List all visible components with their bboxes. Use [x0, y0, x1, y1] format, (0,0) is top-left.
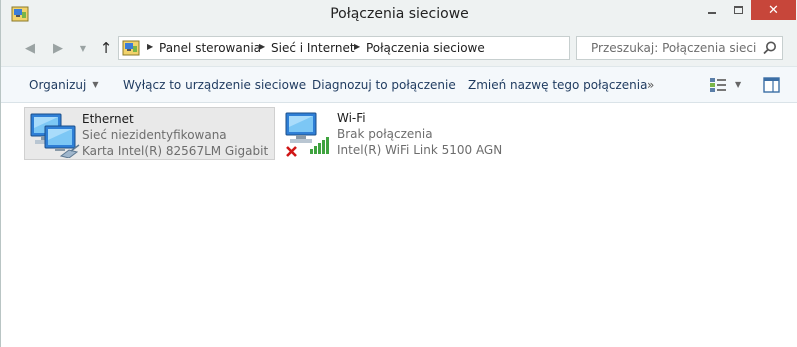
back-arrow-icon: ◀ — [25, 40, 35, 56]
maximize-button[interactable] — [725, 0, 751, 20]
ethernet-details: Ethernet Sieć niezidentyfikowana Karta I… — [82, 111, 270, 159]
disable-device-button[interactable]: Wyłącz to urządzenie sieciowe — [123, 78, 306, 92]
connection-name: Wi-Fi — [337, 111, 366, 125]
connection-status: Sieć niezidentyfikowana — [82, 128, 227, 142]
ethernet-network-icon — [30, 113, 80, 158]
view-options-icon[interactable] — [709, 77, 727, 93]
search-placeholder: Przeszukaj: Połączenia sieciowe — [591, 41, 756, 55]
maximize-icon — [733, 6, 743, 14]
up-arrow-icon: ↑ — [99, 39, 113, 57]
recent-locations-button[interactable]: ▼ — [74, 39, 92, 57]
chevron-down-icon[interactable]: ▼ — [735, 80, 741, 89]
more-commands-button[interactable]: » — [647, 78, 654, 92]
chevron-down-icon: ▼ — [79, 43, 87, 53]
wifi-details: Wi-Fi Brak połączenia Intel(R) WiFi Link… — [337, 110, 502, 158]
address-bar[interactable]: ▶ Panel sterowania ▶ Sieć i Internet ▶ P… — [118, 36, 680, 60]
forward-arrow-icon: ▶ — [53, 40, 63, 56]
connection-status: Brak połączenia — [337, 127, 433, 141]
minimize-button[interactable] — [698, 0, 725, 20]
connection-name: Ethernet — [82, 112, 134, 126]
wifi-network-icon — [285, 112, 329, 157]
close-button[interactable]: ✕ — [751, 0, 796, 20]
command-bar: Organizuj ▼ Wyłącz to urządzenie sieciowe… — [1, 66, 797, 103]
breadcrumb-separator-icon[interactable]: ▶ — [354, 42, 360, 51]
up-button[interactable]: ↑ — [97, 39, 115, 57]
breadcrumb-separator-icon[interactable]: ▶ — [259, 42, 265, 51]
organize-label: Organizuj — [29, 78, 87, 92]
breadcrumb-network-internet[interactable]: Sieć i Internet — [271, 41, 355, 55]
breadcrumb-separator-icon[interactable]: ▶ — [147, 42, 153, 51]
title-bar[interactable]: Połączenia sieciowe ✕ — [1, 0, 797, 30]
connection-item-ethernet[interactable]: Ethernet Sieć niezidentyfikowana Karta I… — [24, 107, 275, 160]
explorer-window: Połączenia sieciowe ✕ ◀ ▶ ▼ ↑ ▶ Panel st… — [0, 0, 797, 347]
chevron-down-icon: ▼ — [92, 80, 99, 89]
search-icon[interactable] — [762, 40, 778, 56]
control-panel-icon — [122, 40, 140, 56]
connection-adapter: Intel(R) WiFi Link 5100 AGN — [337, 143, 503, 157]
preview-pane-icon[interactable] — [763, 77, 780, 93]
organize-button[interactable]: Organizuj ▼ — [29, 78, 98, 92]
connection-adapter: Karta Intel(R) 82567LM Gigabit Ne... — [82, 144, 270, 158]
breadcrumb-control-panel[interactable]: Panel sterowania — [159, 41, 261, 55]
connections-list: Ethernet Sieć niezidentyfikowana Karta I… — [1, 103, 797, 347]
back-button[interactable]: ◀ — [21, 39, 39, 57]
navigation-bar: ◀ ▶ ▼ ↑ ▶ Panel sterowania ▶ Sieć i Inte… — [1, 30, 797, 66]
diagnose-connection-button[interactable]: Diagnozuj to połączenie — [312, 78, 456, 92]
search-input[interactable]: Przeszukaj: Połączenia sieciowe — [576, 36, 783, 60]
rename-connection-button[interactable]: Zmień nazwę tego połączenia — [468, 78, 647, 92]
breadcrumb-network-connections[interactable]: Połączenia sieciowe — [366, 41, 485, 55]
forward-button[interactable]: ▶ — [49, 39, 67, 57]
close-icon: ✕ — [768, 2, 779, 18]
connection-item-wifi[interactable]: Wi-Fi Brak połączenia Intel(R) WiFi Link… — [280, 107, 540, 160]
window-title: Połączenia sieciowe — [330, 6, 469, 22]
minimize-icon — [707, 12, 716, 14]
